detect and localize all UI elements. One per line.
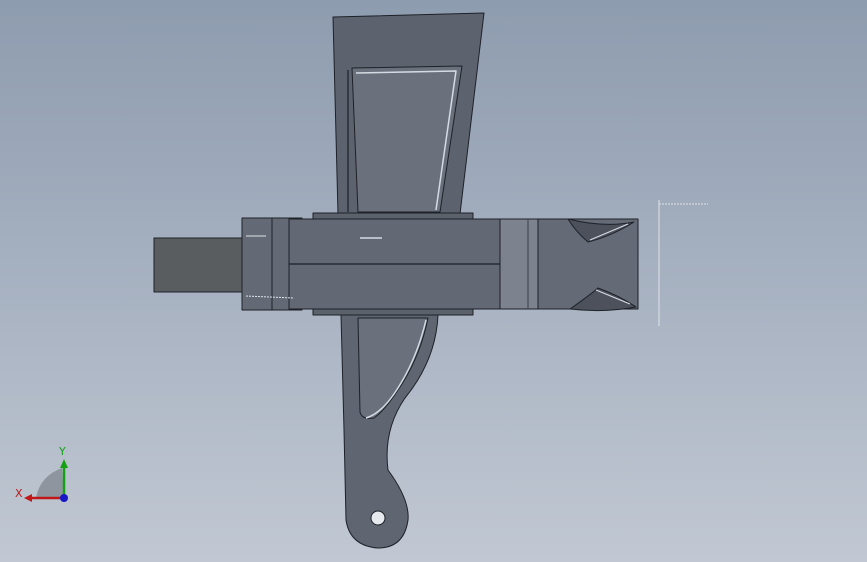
triad-x-label: X [15, 487, 23, 500]
shaft-extension [153, 237, 255, 293]
triad-z-axis-icon [60, 494, 68, 502]
part-model[interactable] [153, 12, 639, 549]
triad-y-label: Y [58, 445, 66, 458]
triad-x-arrow-icon [24, 494, 32, 502]
nozzle-fillet-band [499, 218, 539, 310]
orientation-triad: X Y [15, 445, 68, 502]
triad-y-arrow-icon [60, 459, 68, 468]
lever-pivot-hole [370, 510, 386, 526]
graphics-viewport[interactable]: X Y [0, 0, 867, 562]
triad-plane [36, 468, 64, 498]
